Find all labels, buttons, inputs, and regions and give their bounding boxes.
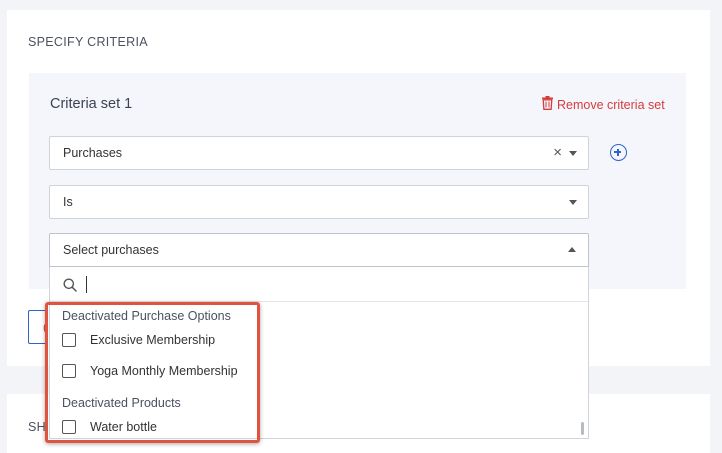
chevron-down-icon[interactable] — [569, 151, 577, 156]
section-title: SPECIFY CRITERIA — [28, 35, 148, 49]
option-yoga-monthly-membership[interactable]: Yoga Monthly Membership — [62, 364, 238, 378]
remove-criteria-set-button[interactable]: Remove criteria set — [541, 96, 665, 113]
partially-hidden-button-glyph: ( — [43, 320, 47, 334]
partially-hidden-button[interactable]: ( — [28, 310, 48, 344]
dropdown-search-row — [50, 267, 588, 302]
chevron-down-icon[interactable] — [569, 200, 577, 205]
next-section-title: SH — [28, 420, 46, 434]
criteria-operator-select[interactable]: Is — [49, 185, 589, 219]
option-label: Yoga Monthly Membership — [90, 364, 238, 378]
dropdown-search-input[interactable] — [84, 275, 564, 293]
clear-icon[interactable]: × — [553, 145, 562, 161]
purchases-multiselect[interactable]: Select purchases — [49, 233, 589, 267]
dropdown-scrollbar[interactable] — [581, 422, 584, 435]
criteria-category-value: Purchases — [63, 146, 123, 160]
checkbox[interactable] — [62, 333, 76, 347]
purchases-placeholder: Select purchases — [63, 243, 159, 257]
option-water-bottle[interactable]: Water bottle — [62, 420, 157, 434]
criteria-category-select[interactable]: Purchases × — [49, 136, 589, 170]
text-cursor — [86, 276, 87, 293]
group-label-deactivated-purchase-options: Deactivated Purchase Options — [62, 309, 231, 323]
checkbox[interactable] — [62, 364, 76, 378]
option-label: Exclusive Membership — [90, 333, 216, 347]
purchases-dropdown-menu: Deactivated Purchase Options Exclusive M… — [49, 267, 589, 439]
group-label-deactivated-products: Deactivated Products — [62, 396, 181, 410]
criteria-set-title: Criteria set 1 — [50, 96, 133, 112]
option-exclusive-membership[interactable]: Exclusive Membership — [62, 333, 215, 347]
remove-criteria-set-label: Remove criteria set — [557, 97, 665, 112]
trash-icon — [541, 96, 554, 113]
option-label: Water bottle — [90, 420, 157, 434]
checkbox[interactable] — [62, 420, 76, 434]
criteria-operator-value: Is — [63, 195, 73, 209]
chevron-up-icon[interactable] — [568, 247, 576, 252]
plus-circle-icon[interactable] — [610, 144, 627, 161]
